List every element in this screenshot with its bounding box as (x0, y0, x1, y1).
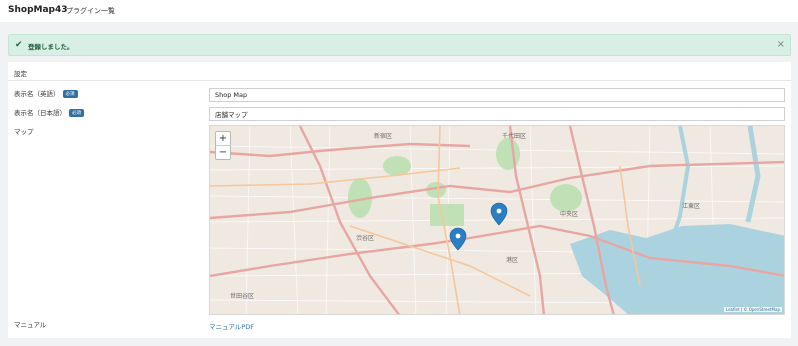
field-label-text: 表示名（日本語） (14, 109, 66, 117)
leaflet-link[interactable]: Leaflet (726, 307, 740, 312)
required-badge: 必須 (69, 109, 84, 117)
alert-message: 登録しました。 (28, 43, 74, 51)
map-area-label: 新宿区 (374, 132, 392, 140)
field-label-text: 表示名（英語） (14, 90, 60, 98)
map-area-label: 中央区 (560, 210, 578, 218)
name-en-input[interactable] (209, 88, 785, 102)
check-icon: ✔ (15, 40, 23, 50)
map-widget[interactable]: 新宿区 千代田区 渋谷区 港区 江東区 中央区 世田谷区 + − Leaflet… (209, 125, 785, 315)
field-label-name-en: 表示名（英語） 必須 (14, 88, 78, 98)
zoom-control: + − (215, 131, 231, 160)
settings-card: 設定 表示名（英語）必須 表示名（日本語）必須 マップ (8, 62, 791, 338)
manual-pdf-link[interactable]: マニュアルPDF (209, 321, 254, 331)
app-title[interactable]: ShopMap43 (8, 5, 68, 15)
name-ja-input[interactable] (209, 107, 785, 121)
top-header: ShopMap43 プラグイン一覧 (0, 0, 798, 22)
zoom-out-button[interactable]: − (216, 145, 230, 159)
close-icon[interactable]: × (777, 39, 785, 50)
divider (8, 80, 791, 81)
map-area-label: 世田谷区 (230, 292, 254, 300)
map-area-label: 千代田区 (502, 132, 526, 140)
zoom-in-button[interactable]: + (216, 132, 230, 145)
page-subtitle[interactable]: プラグイン一覧 (66, 6, 115, 16)
required-badge: 必須 (62, 90, 78, 98)
success-alert: ✔ 登録しました。 × (8, 34, 791, 56)
map-area-label: 渋谷区 (356, 234, 374, 242)
map-canvas[interactable]: 新宿区 千代田区 渋谷区 港区 江東区 中央区 世田谷区 (210, 126, 785, 315)
manual-label: マニュアル (14, 321, 47, 329)
map-label: マップ (14, 128, 34, 136)
map-area-label: 港区 (506, 256, 518, 264)
osm-link[interactable]: © OpenStreetMap (743, 307, 780, 312)
map-attribution: Leaflet | © OpenStreetMap (723, 307, 782, 312)
section-title: 設定 (14, 70, 27, 78)
field-label-name-ja: 表示名（日本語） 必須 (14, 107, 84, 117)
map-area-label: 江東区 (682, 202, 700, 210)
